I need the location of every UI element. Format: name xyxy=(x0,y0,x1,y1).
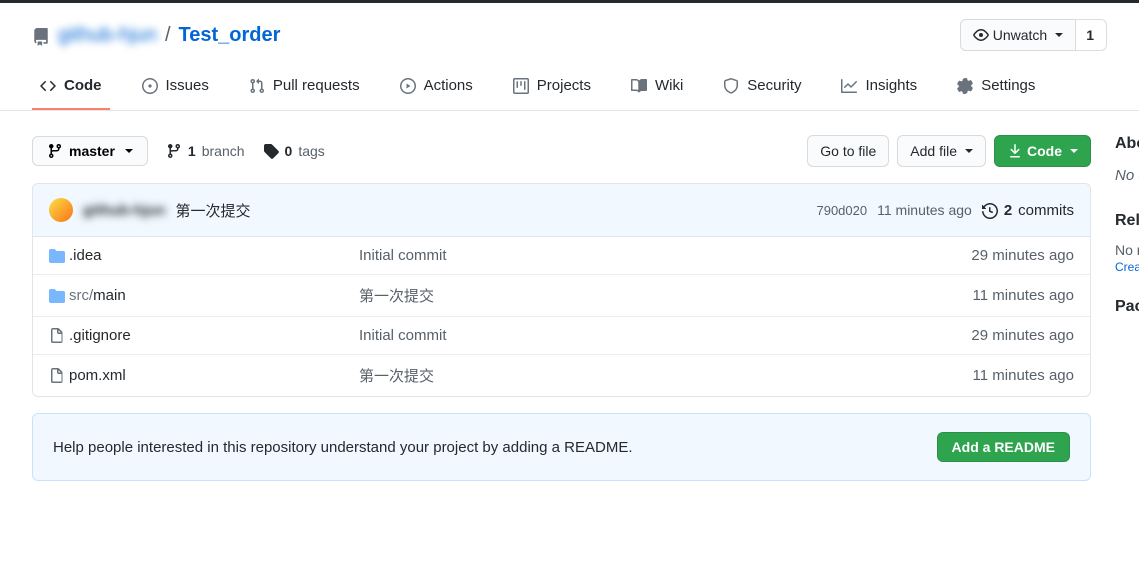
avatar[interactable] xyxy=(49,198,73,222)
watch-count[interactable]: 1 xyxy=(1076,19,1107,51)
unwatch-button[interactable]: Unwatch xyxy=(960,19,1076,51)
tab-projects[interactable]: Projects xyxy=(505,67,599,110)
commit-author[interactable]: github-hjun xyxy=(83,202,165,219)
file-commit-message[interactable]: 第一次提交 xyxy=(359,365,973,386)
about-heading: About xyxy=(1115,135,1139,153)
file-row: .ideaInitial commit29 minutes ago xyxy=(33,237,1090,275)
goto-file-button[interactable]: Go to file xyxy=(807,135,889,167)
tags-link[interactable]: 0 tags xyxy=(263,143,325,159)
file-commit-message[interactable]: 第一次提交 xyxy=(359,285,973,306)
readme-prompt-banner: Help people interested in this repositor… xyxy=(32,413,1091,481)
caret-down-icon xyxy=(1055,33,1063,37)
repo-header: github-hjun / Test_order Unwatch 1 xyxy=(0,3,1139,51)
tab-issues[interactable]: Issues xyxy=(134,67,217,110)
file-icon xyxy=(49,367,69,384)
file-commit-time: 11 minutes ago xyxy=(973,367,1074,384)
file-name[interactable]: pom.xml xyxy=(69,367,359,384)
file-row: pom.xml第一次提交11 minutes ago xyxy=(33,355,1090,396)
file-name[interactable]: .gitignore xyxy=(69,327,359,344)
file-row: src/main第一次提交11 minutes ago xyxy=(33,275,1090,317)
code-icon xyxy=(40,77,56,94)
file-commit-time: 29 minutes ago xyxy=(971,247,1074,264)
commit-sha[interactable]: 790d020 xyxy=(816,203,867,218)
repo-icon xyxy=(32,24,50,47)
file-listing: github-hjun 第一次提交 790d020 11 minutes ago… xyxy=(32,183,1091,397)
projects-icon xyxy=(513,77,529,94)
caret-down-icon xyxy=(965,149,973,153)
add-readme-button[interactable]: Add a README xyxy=(937,432,1070,462)
branch-select-button[interactable]: master xyxy=(32,136,148,166)
caret-down-icon xyxy=(1070,149,1078,153)
gear-icon xyxy=(957,77,973,94)
path-separator: / xyxy=(165,24,171,47)
branches-link[interactable]: 1 branch xyxy=(166,143,245,159)
tab-actions[interactable]: Actions xyxy=(392,67,481,110)
book-icon xyxy=(631,77,647,94)
caret-down-icon xyxy=(125,149,133,153)
create-release-link[interactable]: Create a new release xyxy=(1115,260,1139,274)
branch-icon xyxy=(166,143,182,159)
folder-icon xyxy=(49,247,69,264)
releases-heading: Releases xyxy=(1115,212,1139,230)
readme-prompt-text: Help people interested in this repositor… xyxy=(53,439,633,456)
file-commit-message[interactable]: Initial commit xyxy=(359,247,971,264)
commits-link[interactable]: 2 commits xyxy=(982,202,1074,219)
shield-icon xyxy=(723,77,739,94)
tab-insights[interactable]: Insights xyxy=(833,67,925,110)
repo-name-link[interactable]: Test_order xyxy=(179,24,281,47)
file-commit-time: 11 minutes ago xyxy=(973,287,1074,304)
file-commit-time: 29 minutes ago xyxy=(971,327,1074,344)
actions-icon xyxy=(400,77,416,94)
add-file-button[interactable]: Add file xyxy=(897,135,986,167)
issue-icon xyxy=(142,77,158,94)
file-row: .gitignoreInitial commit29 minutes ago xyxy=(33,317,1090,355)
tab-settings[interactable]: Settings xyxy=(949,67,1043,110)
tab-wiki[interactable]: Wiki xyxy=(623,67,691,110)
tab-security[interactable]: Security xyxy=(715,67,809,110)
packages-heading: Packages xyxy=(1115,298,1139,316)
commit-time: 11 minutes ago xyxy=(877,202,972,218)
pull-request-icon xyxy=(249,77,265,94)
file-name[interactable]: src/main xyxy=(69,287,359,304)
download-icon xyxy=(1007,141,1023,161)
eye-icon xyxy=(973,25,989,45)
repo-title: github-hjun / Test_order xyxy=(32,24,280,47)
latest-commit-row: github-hjun 第一次提交 790d020 11 minutes ago… xyxy=(33,184,1090,237)
releases-none: No releases published xyxy=(1115,242,1139,258)
tag-icon xyxy=(263,143,279,159)
tab-pull-requests[interactable]: Pull requests xyxy=(241,67,368,110)
file-icon xyxy=(49,327,69,344)
file-commit-message[interactable]: Initial commit xyxy=(359,327,971,344)
history-icon xyxy=(982,202,998,219)
about-description: No description, website, or topics provi… xyxy=(1115,165,1139,188)
branch-icon xyxy=(47,143,63,159)
code-download-button[interactable]: Code xyxy=(994,135,1091,167)
commit-message[interactable]: 第一次提交 xyxy=(175,200,806,221)
repo-tabs: Code Issues Pull requests Actions Projec… xyxy=(0,67,1139,111)
tab-code[interactable]: Code xyxy=(32,67,110,110)
folder-icon xyxy=(49,287,69,304)
file-name[interactable]: .idea xyxy=(69,247,359,264)
repo-owner-link[interactable]: github-hjun xyxy=(58,24,157,47)
graph-icon xyxy=(841,77,857,94)
